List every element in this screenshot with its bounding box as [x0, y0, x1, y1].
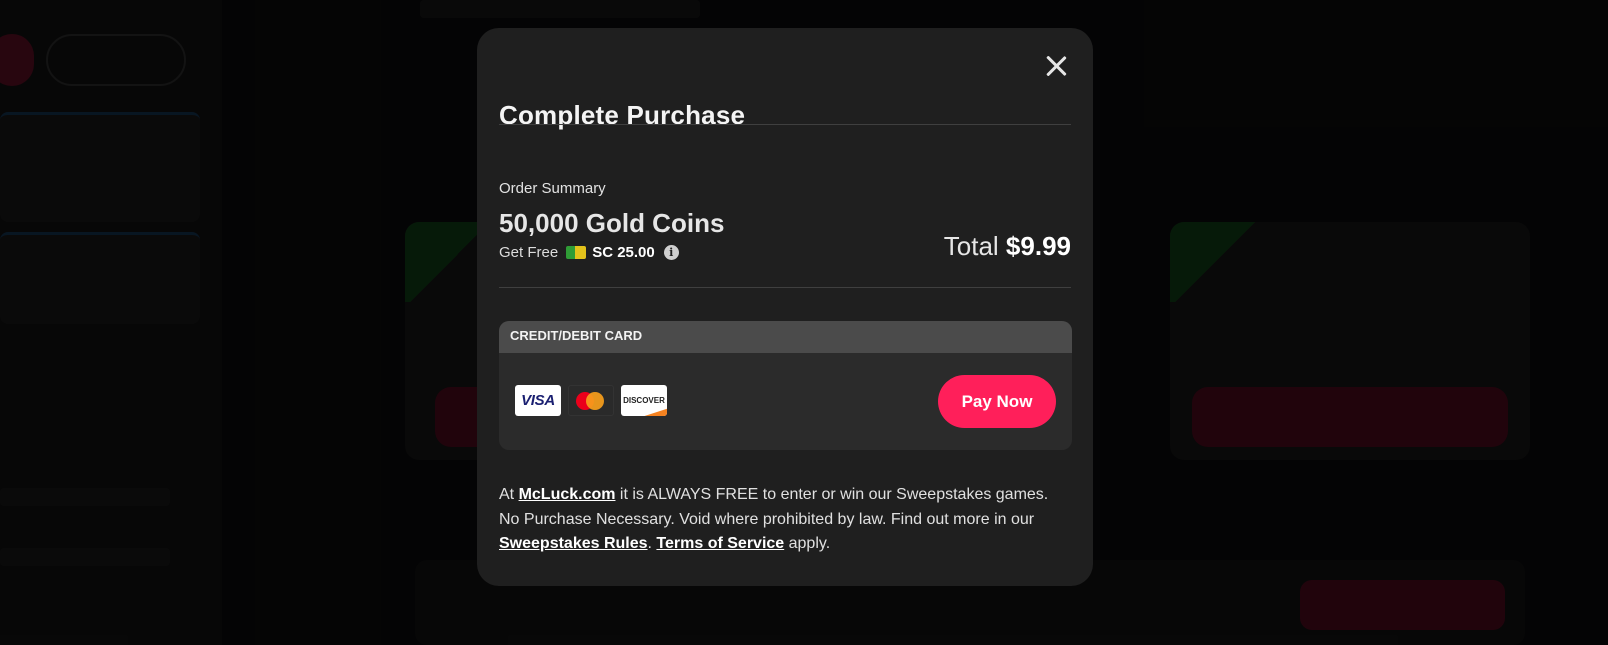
purchase-modal: Complete Purchase Order Summary 50,000 G…: [477, 28, 1093, 586]
bonus-info: Get Free SC 25.00 i: [499, 244, 679, 261]
accepted-cards: VISA DISCOVER: [515, 385, 667, 416]
modal-title: Complete Purchase: [499, 100, 746, 130]
divider: [499, 124, 1071, 125]
total-amount: $9.99: [1005, 231, 1071, 261]
mcluck-link[interactable]: McLuck.com: [519, 486, 616, 503]
payment-method-card: CREDIT/DEBIT CARD VISA DISCOVER Pay Now: [499, 321, 1072, 450]
bonus-amount: SC 25.00: [592, 244, 655, 261]
pay-now-button[interactable]: Pay Now: [938, 375, 1056, 428]
terms-of-service-link[interactable]: Terms of Service: [656, 535, 784, 552]
discover-icon: DISCOVER: [621, 385, 667, 416]
payment-section-header: CREDIT/DEBIT CARD: [499, 321, 1072, 353]
product-name: 50,000 Gold Coins: [499, 208, 725, 238]
info-icon[interactable]: i: [663, 245, 679, 260]
visa-icon: VISA: [515, 385, 561, 416]
sweepstakes-rules-link[interactable]: Sweepstakes Rules: [499, 535, 648, 552]
sweeps-coin-icon: [566, 246, 587, 259]
mastercard-icon: [568, 385, 614, 416]
bonus-prefix: Get Free: [499, 244, 559, 261]
total-label: Total: [943, 231, 999, 261]
close-icon[interactable]: [1043, 53, 1069, 79]
divider: [499, 287, 1071, 288]
sweepstakes-disclaimer: At McLuck.com it is ALWAYS FREE to enter…: [499, 486, 1049, 552]
order-total: Total $9.99: [944, 231, 1071, 262]
order-summary-label: Order Summary: [499, 180, 606, 197]
